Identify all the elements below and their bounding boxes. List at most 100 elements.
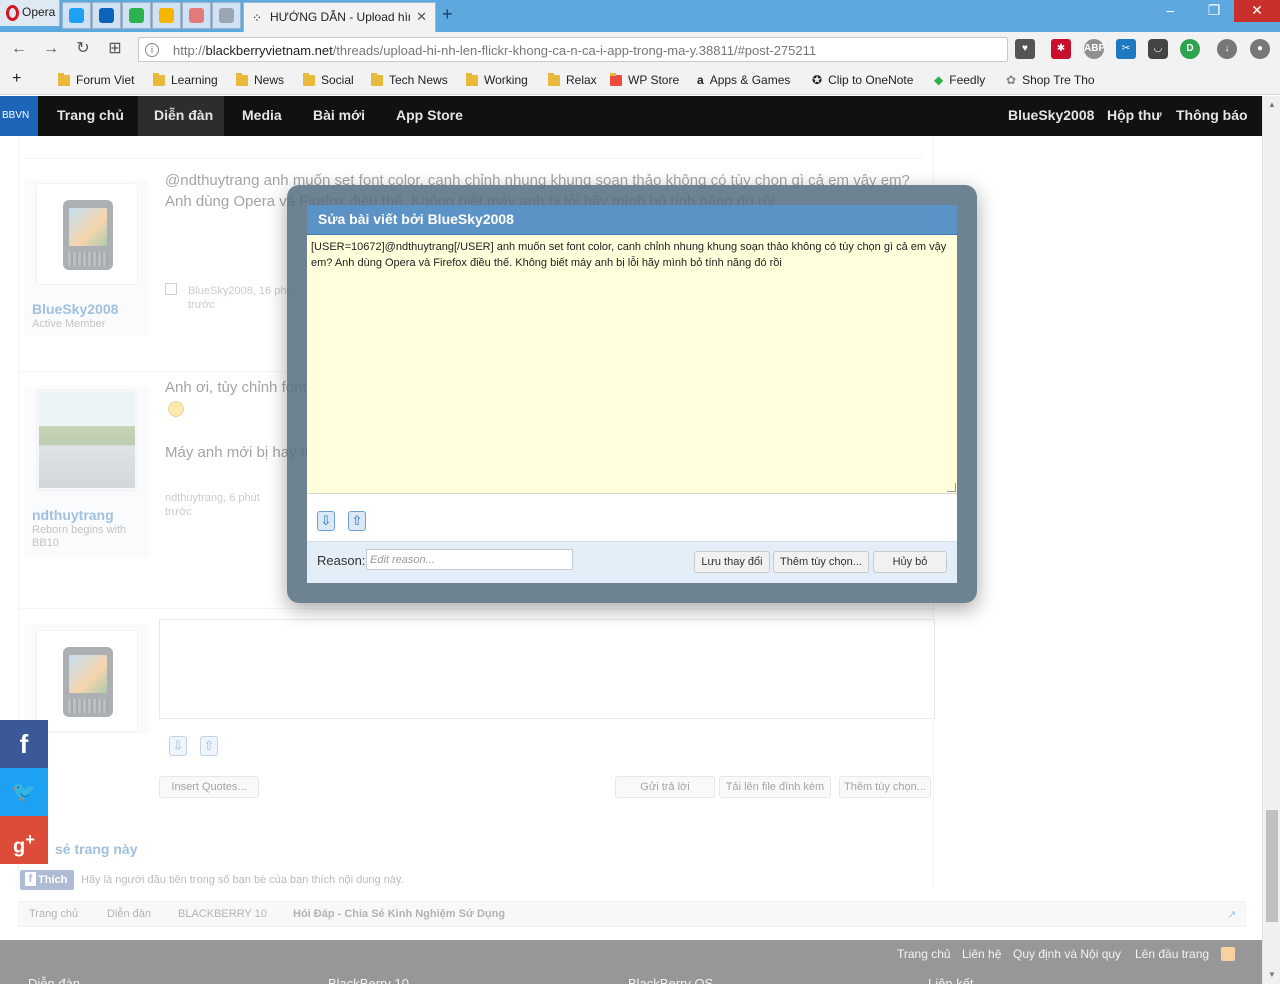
pinned-tab-outlook[interactable] [92,2,121,29]
footer-link-top[interactable]: Lên đầu trang [1135,947,1209,961]
site-info-icon[interactable]: i [145,43,159,57]
outlook-icon [99,8,114,23]
bookmark-relax[interactable]: Relax [548,72,597,87]
bookmark-clip-to-onenote[interactable]: ✪ Clip to OneNote [812,73,913,87]
forward-icon[interactable]: → [40,38,62,60]
nav-item-forums[interactable]: Diễn đàn [154,107,213,123]
footer-link-rules[interactable]: Quy định và Nội quy [1013,947,1121,961]
minimize-window-icon[interactable]: – [1150,0,1190,22]
bookmark-social[interactable]: Social [303,72,354,87]
feedly-icon: ◆ [934,73,944,87]
edit-post-dialog: Sửa bài viết bởi BlueSky2008 [USER=10672… [307,205,957,583]
reason-label: Reason: [317,553,366,568]
nav-item-app-store[interactable]: App Store [396,107,463,123]
bookmark-tech-news[interactable]: Tech News [371,72,448,87]
nav-item-new-posts[interactable]: Bài mới [313,107,365,123]
document-icon [219,8,234,23]
avatar[interactable] [36,389,138,491]
pinned-tab-drive[interactable] [152,2,181,29]
breadcrumb-item[interactable]: BLACKBERRY 10 [178,908,267,920]
scroll-up-icon[interactable]: ▲ [1268,100,1276,109]
url-field[interactable]: i http://blackberryvietnam.net/threads/u… [138,37,1008,62]
arrow-down-icon[interactable]: ⇩ [169,736,187,756]
cancel-button[interactable]: Hủy bỏ [873,551,947,573]
adblock-icon[interactable]: ABP [1084,39,1105,59]
pinned-tab-document[interactable] [212,2,241,29]
nav-item-media[interactable]: Media [242,107,282,123]
opera-menu-button[interactable]: Opera [0,0,60,26]
active-tab-title: HƯỚNG DẪN - Upload hìn [270,10,410,24]
arrow-up-icon[interactable]: ⇧ [348,511,366,531]
username-link[interactable]: ndthuytrang [32,507,114,523]
post-reply-button[interactable]: Gửi trả lời [615,776,715,798]
scrollbar-thumb[interactable] [1266,810,1278,922]
smile-emoji-icon [168,401,184,417]
nav-inbox[interactable]: Hộp thư [1107,107,1161,123]
google-plus-share-icon[interactable]: g+ [0,816,48,864]
facebook-like-button[interactable]: Thích [20,870,74,890]
message-user-info: ndthuytrang Reborn begins with BB10 [24,386,149,558]
select-post-checkbox[interactable] [165,283,177,295]
bookmark-wp-store[interactable]: WP Store [610,72,679,87]
user-title: Active Member [32,318,106,330]
folder-icon [303,72,315,86]
twitter-share-icon[interactable]: 🐦 [0,768,48,816]
back-icon[interactable]: ← [8,38,30,60]
pinned-tab-app[interactable] [182,2,211,29]
upload-file-button[interactable]: Tải lên file đính kèm [719,776,831,798]
bookmark-feedly[interactable]: ◆ Feedly [934,73,985,87]
tools-icon[interactable]: ✂ [1116,39,1136,59]
active-tab[interactable]: ⁘ HƯỚNG DẪN - Upload hìn ✕ [243,2,436,32]
more-options-button[interactable]: Thêm tùy chọn... [773,551,869,573]
pinned-tab-twitter[interactable] [62,2,91,29]
more-options-button[interactable]: Thêm tùy chọn... [839,776,931,798]
rss-icon[interactable] [1221,947,1235,961]
quick-reply-editor[interactable] [159,619,935,719]
bookmark-shop-tre-tho[interactable]: ✿ Shop Tre Tho [1006,73,1095,87]
bookmark-apps-games[interactable]: a Apps & Games [697,73,790,87]
heart-icon[interactable]: ♥ [1015,39,1035,59]
account-icon[interactable]: ● [1250,39,1270,59]
nav-item-home[interactable]: Trang chủ [57,107,124,123]
footer-link-home[interactable]: Trang chủ [897,947,951,961]
bookmark-learning[interactable]: Learning [153,72,218,87]
nav-alerts[interactable]: Thông báo [1176,107,1248,123]
breadcrumb-item[interactable]: Trang chủ [29,908,78,920]
username-link[interactable]: BlueSky2008 [32,301,118,317]
extension-icon[interactable]: D [1180,39,1200,59]
close-tab-icon[interactable]: ✕ [416,9,427,25]
jump-to-icon[interactable]: ↗ [1227,908,1236,921]
breadcrumb-item[interactable]: Hỏi Đáp - Chia Sẻ Kinh Nghiệm Sử Dụng [293,908,505,920]
maximize-window-icon[interactable]: ❐ [1194,0,1234,22]
new-tab-button[interactable]: + [442,4,453,25]
post-editor-textarea[interactable]: [USER=10672]@ndthuytrang[/USER] anh muốn… [307,235,957,494]
insert-quotes-button[interactable]: Insert Quotes... [159,776,259,798]
page-scrollbar[interactable]: ▲ ▼ [1262,96,1280,984]
blackberry-device-image [63,647,113,717]
scroll-down-icon[interactable]: ▼ [1268,970,1276,979]
add-bookmark-icon[interactable]: + [12,70,21,88]
download-icon[interactable]: ↓ [1217,39,1237,59]
pocket-icon[interactable]: ◡ [1148,39,1168,59]
pinned-tab-feedly[interactable] [122,2,151,29]
bookmark-forum-viet[interactable]: Forum Viet [58,72,134,87]
arrow-down-icon[interactable]: ⇩ [317,511,335,531]
arrow-up-icon[interactable]: ⇧ [200,736,218,756]
facebook-share-icon[interactable]: f [0,720,48,768]
speed-dial-icon[interactable]: ⊞ [104,38,126,60]
footer-link-contact[interactable]: Liên hệ [962,947,1001,961]
opera-menu-label: Opera [22,5,56,19]
breadcrumb-item[interactable]: Diễn đàn [107,908,151,920]
reload-icon[interactable]: ↻ [72,38,94,60]
avatar[interactable] [36,183,138,285]
bookmark-news[interactable]: News [236,72,284,87]
nav-user-menu[interactable]: BlueSky2008 [1008,107,1094,123]
edit-reason-input[interactable] [366,549,573,570]
site-logo[interactable]: BBVN [0,96,38,136]
bookmark-working[interactable]: Working [466,72,528,87]
close-window-icon[interactable]: ✕ [1234,0,1280,22]
lastpass-icon[interactable]: ✱ [1051,39,1071,59]
resize-handle-icon[interactable] [947,483,956,492]
folder-icon [236,72,248,86]
save-changes-button[interactable]: Lưu thay đổi [694,551,770,573]
